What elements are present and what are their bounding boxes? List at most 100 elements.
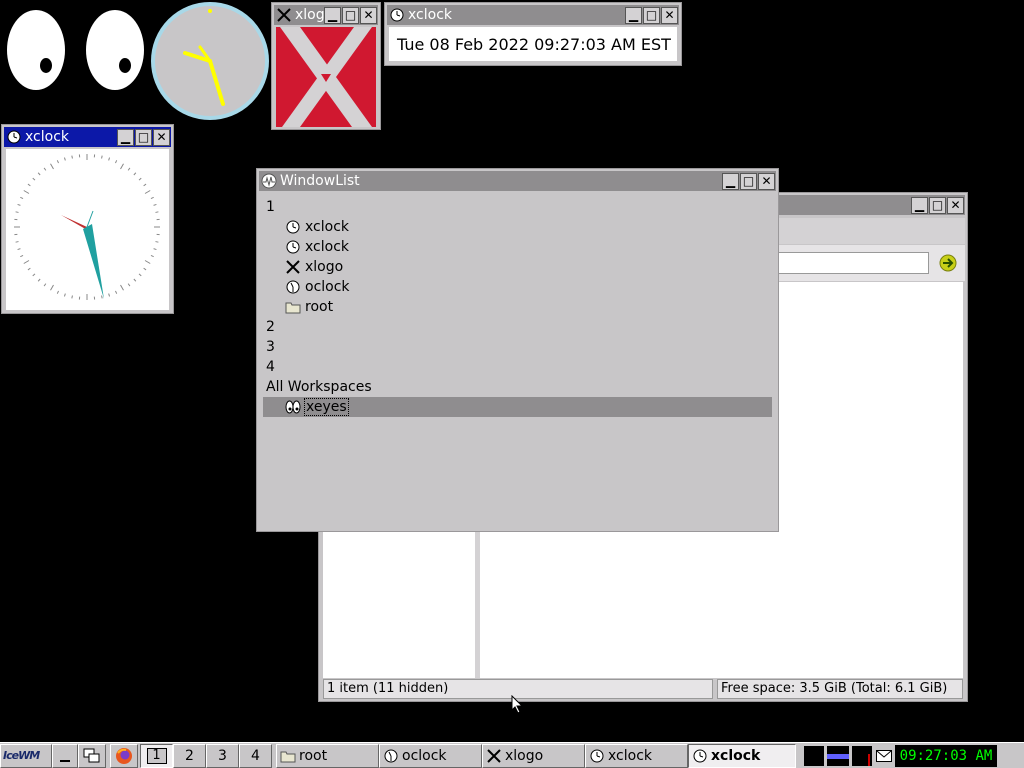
workspace-list-item[interactable]: 2 bbox=[266, 317, 275, 337]
windowlist-titlebar[interactable]: WindowList ▁ □ ✕ bbox=[259, 171, 776, 191]
workspace-label: 4 bbox=[251, 747, 260, 764]
list-item-label: xclock bbox=[305, 239, 349, 255]
status-free-space: Free space: 3.5 GiB (Total: 6.1 GiB) bbox=[717, 679, 963, 699]
task-button[interactable]: xlogo bbox=[482, 743, 585, 768]
taskbar: IceWM 1 2 3 4 root oclock xlogo xclock xclock 0… bbox=[0, 742, 1024, 768]
xclock-analog-face bbox=[6, 149, 169, 310]
xclock-digital-title: xclock bbox=[408, 7, 452, 23]
workspace-button-1[interactable]: 1 bbox=[140, 743, 173, 768]
workspace-button-2[interactable]: 2 bbox=[173, 743, 206, 768]
close-button[interactable]: ✕ bbox=[360, 6, 377, 24]
left-pupil bbox=[40, 58, 52, 73]
window-list-item[interactable]: oclock bbox=[285, 277, 350, 297]
cpu-monitor bbox=[804, 745, 824, 766]
task-label: xlogo bbox=[505, 747, 544, 764]
xclock-digital-face: Tue 08 Feb 2022 09:27:03 AM EST bbox=[389, 27, 677, 61]
workspace-list-item[interactable]: 4 bbox=[266, 357, 275, 377]
minimize-button[interactable]: ▁ bbox=[117, 128, 134, 146]
firefox-icon bbox=[116, 747, 132, 764]
list-item-label: All Workspaces bbox=[266, 379, 372, 395]
right-eye bbox=[86, 10, 144, 90]
xclock-digital-window[interactable]: xclock ▁ □ ✕ Tue 08 Feb 2022 09:27:03 AM… bbox=[384, 2, 682, 66]
windowlist-tree[interactable]: 1 xclock xclock xlogo oclock root 2 3 4 All Works… bbox=[259, 193, 776, 529]
status-bar: 1 item (11 hidden) Free space: 3.5 GiB (… bbox=[323, 679, 963, 699]
show-desktop-button[interactable] bbox=[52, 743, 78, 768]
workspace-list-item[interactable]: 3 bbox=[266, 337, 275, 357]
window-list-item[interactable]: xlogo bbox=[285, 257, 343, 277]
maximize-button[interactable]: □ bbox=[740, 172, 757, 190]
x-logo-icon bbox=[285, 259, 301, 275]
mouse-cursor bbox=[511, 695, 524, 714]
workspace-button-4[interactable]: 4 bbox=[239, 743, 272, 768]
list-item-label: 2 bbox=[266, 319, 275, 335]
oclock-face bbox=[151, 2, 269, 120]
xclock-analog-title: xclock bbox=[25, 129, 69, 145]
list-item-label: 4 bbox=[266, 359, 275, 375]
maximize-button[interactable]: □ bbox=[342, 6, 359, 24]
oclock-icon bbox=[285, 279, 301, 295]
xlogo-window[interactable]: xlogo ▁ □ ✕ bbox=[271, 2, 381, 130]
task-label: root bbox=[299, 747, 328, 764]
windowlist-window[interactable]: WindowList ▁ □ ✕ 1 xclock xclock xlogo ocloc… bbox=[256, 168, 779, 532]
taskbar-clock[interactable]: 09:27:03 AM bbox=[895, 744, 997, 767]
list-item-label: 1 bbox=[266, 199, 275, 215]
list-item-label: xeyes bbox=[304, 398, 349, 416]
maximize-button[interactable]: □ bbox=[643, 6, 660, 24]
go-arrow-icon bbox=[939, 254, 957, 272]
close-button[interactable]: ✕ bbox=[153, 128, 170, 146]
minimize-button[interactable]: ▁ bbox=[625, 6, 642, 24]
workspace-switcher: 1 2 3 4 bbox=[140, 743, 272, 768]
maximize-button[interactable]: □ bbox=[929, 196, 946, 214]
workspace-label: 1 bbox=[146, 747, 167, 764]
folder-icon bbox=[285, 299, 301, 315]
workspace-button-3[interactable]: 3 bbox=[206, 743, 239, 768]
task-button[interactable]: xclock bbox=[688, 743, 796, 768]
oclock-icon bbox=[383, 748, 399, 764]
window-list-item[interactable]: xeyes bbox=[263, 397, 772, 417]
eyes-icon bbox=[285, 399, 301, 415]
mem-monitor bbox=[852, 745, 872, 766]
task-button[interactable]: xclock bbox=[585, 743, 688, 768]
xclock-analog-titlebar[interactable]: xclock ▁ □ ✕ bbox=[4, 127, 171, 147]
oclock-window[interactable] bbox=[150, 1, 270, 121]
windowlist-title: WindowList bbox=[280, 173, 360, 189]
workspace-label: 3 bbox=[218, 747, 227, 764]
workspace-list-item[interactable]: 1 bbox=[266, 197, 275, 217]
window-list-item[interactable]: root bbox=[285, 297, 333, 317]
start-button[interactable]: IceWM bbox=[0, 743, 52, 768]
go-button[interactable] bbox=[937, 253, 959, 273]
window-list-button[interactable] bbox=[78, 743, 106, 768]
xeyes-window[interactable] bbox=[0, 0, 150, 100]
mail-icon[interactable] bbox=[875, 747, 893, 765]
maximize-button[interactable]: □ bbox=[135, 128, 152, 146]
minimize-button[interactable]: ▁ bbox=[911, 196, 928, 214]
firefox-launcher[interactable] bbox=[110, 743, 138, 768]
list-item-label: xclock bbox=[305, 219, 349, 235]
task-button[interactable]: root bbox=[276, 743, 379, 768]
xlogo-titlebar[interactable]: xlogo ▁ □ ✕ bbox=[274, 5, 378, 25]
xclock-digital-titlebar[interactable]: xclock ▁ □ ✕ bbox=[387, 5, 679, 25]
list-item-label: xlogo bbox=[305, 259, 344, 275]
close-button[interactable]: ✕ bbox=[947, 196, 964, 214]
window-list-item[interactable]: xclock bbox=[285, 217, 349, 237]
window-list-item[interactable]: xclock bbox=[285, 237, 349, 257]
list-item-label: root bbox=[305, 299, 334, 315]
windows-icon bbox=[83, 748, 100, 762]
workspace-list-item[interactable]: All Workspaces bbox=[266, 377, 372, 397]
task-button[interactable]: oclock bbox=[379, 743, 482, 768]
minimize-button[interactable]: ▁ bbox=[324, 6, 341, 24]
list-item-label: oclock bbox=[305, 279, 350, 295]
minimize-all-icon bbox=[60, 750, 70, 762]
task-label: oclock bbox=[402, 747, 447, 764]
clock-time-text: Tue 08 Feb 2022 09:27:03 AM EST bbox=[397, 34, 671, 54]
xclock-analog-window[interactable]: xclock ▁ □ ✕ bbox=[1, 124, 174, 314]
tray bbox=[804, 745, 893, 766]
list-item-label: 3 bbox=[266, 339, 275, 355]
close-button[interactable]: ✕ bbox=[661, 6, 678, 24]
close-button[interactable]: ✕ bbox=[758, 172, 775, 190]
x-logo-icon bbox=[276, 7, 292, 23]
clock-icon bbox=[285, 219, 301, 235]
minimize-button[interactable]: ▁ bbox=[722, 172, 739, 190]
task-label: xclock bbox=[608, 747, 652, 764]
left-eye bbox=[7, 10, 65, 90]
